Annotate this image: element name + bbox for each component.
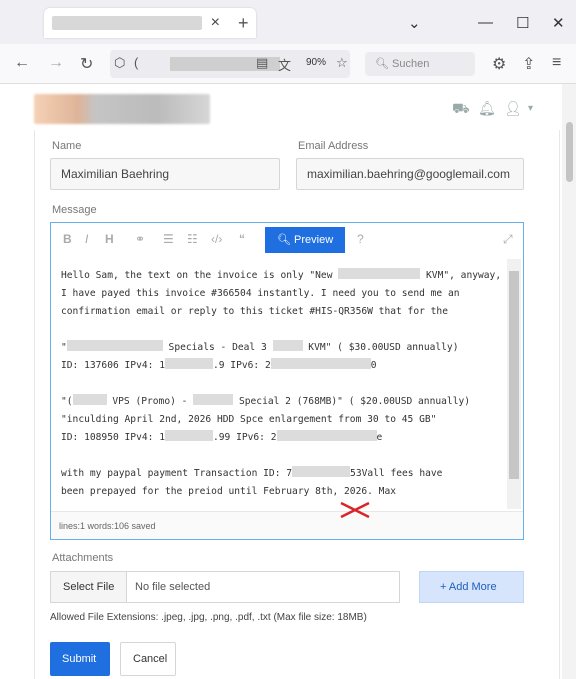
code-icon[interactable]: ‹/› <box>211 232 222 246</box>
search-placeholder: Suchen <box>392 58 430 70</box>
editor-status-bar: lines:1 words:106 saved <box>51 511 523 539</box>
fullscreen-icon[interactable]: ⤢ <box>503 232 513 247</box>
msg-line-9: "inculding April 2nd, 2026 HDD Spce enla… <box>61 414 437 425</box>
share-icon[interactable]: ⇪ <box>522 54 535 74</box>
attachments-label: Attachments <box>52 552 114 564</box>
tab-list-dropdown-icon[interactable]: ⌄ <box>408 14 421 32</box>
no-file-selected-text: No file selected <box>135 581 211 593</box>
lock-icon: ( <box>134 55 139 70</box>
allowed-extensions-note: Allowed File Extensions: .jpeg, .jpg, .p… <box>50 612 367 623</box>
site-logo-redacted[interactable] <box>34 94 210 124</box>
red-cross-annotation <box>340 501 370 519</box>
cart-icon[interactable]: ⛟ <box>452 100 470 119</box>
quote-icon[interactable]: “ <box>239 232 245 246</box>
browser-tab[interactable]: × <box>44 8 256 38</box>
reload-icon[interactable]: ↻ <box>80 54 93 74</box>
submit-button[interactable]: Submit <box>50 642 110 676</box>
redaction <box>272 340 303 351</box>
window-close-icon[interactable]: ✕ <box>552 14 565 32</box>
msg-line-13: been prepayed for the preiod until Febru… <box>61 486 397 497</box>
link-icon[interactable]: ⚭ <box>135 232 145 246</box>
redaction <box>66 340 163 351</box>
back-arrow-icon[interactable]: ← <box>14 54 30 72</box>
msg-line-5c: KVM" ( $30.00USD annually) <box>302 342 459 353</box>
search-input[interactable]: 🔍︎ Suchen <box>365 52 475 76</box>
user-dropdown-icon[interactable]: ▾ <box>528 103 533 114</box>
redaction <box>164 358 213 369</box>
ordered-list-icon[interactable]: ☷ <box>187 232 198 246</box>
name-field[interactable]: Maximilian Baehring <box>50 158 280 190</box>
add-more-button[interactable]: + Add More <box>419 571 524 603</box>
msg-line-1a: Hello Sam, the text on the invoice is on… <box>61 270 339 281</box>
user-icon[interactable]: 👤︎ <box>504 100 522 117</box>
site-header: ⛟ 🔔︎ 👤︎ ▾ <box>0 84 562 136</box>
forward-arrow-icon[interactable]: → <box>48 54 64 72</box>
bookmark-star-icon[interactable]: ☆ <box>336 55 348 71</box>
redaction <box>270 358 371 369</box>
msg-line-6c: 0 <box>370 360 377 371</box>
extensions-icon[interactable]: ⚙ <box>492 54 506 74</box>
page-scrollbar-thumb[interactable] <box>566 122 573 182</box>
msg-line-10c: e <box>376 432 383 443</box>
browser-tab-bar: × + ⌄ — ☐ ✕ <box>0 0 576 44</box>
redaction <box>193 394 234 405</box>
email-label: Email Address <box>298 140 369 152</box>
editor-scrollbar[interactable] <box>507 259 521 509</box>
redaction <box>164 430 213 441</box>
msg-line-6b: .9 IPv6: 2 <box>212 360 271 371</box>
msg-line-6a: ID: 137606 IPv4: 1 <box>61 360 165 371</box>
close-tab-icon[interactable]: × <box>211 14 220 32</box>
message-label: Message <box>52 204 97 216</box>
message-textarea[interactable]: Hello Sam, the text on the invoice is on… <box>61 267 507 509</box>
email-field[interactable]: maximilian.baehring@googlemail.com <box>296 158 524 190</box>
zoom-level[interactable]: 90% <box>306 57 326 68</box>
italic-icon[interactable]: I <box>85 232 88 246</box>
msg-line-8b: VPS (Promo) - <box>106 396 194 407</box>
bold-icon[interactable]: B <box>63 232 72 246</box>
unordered-list-icon[interactable]: ☰ <box>163 232 174 246</box>
shield-icon: ⬡ <box>114 55 126 70</box>
msg-line-8c: Special 2 (768MB)" ( $20.00USD annually) <box>233 396 471 407</box>
msg-line-2: I have payed this invoice #366504 instan… <box>61 288 460 299</box>
redaction <box>338 268 421 279</box>
maximize-icon[interactable]: ☐ <box>516 14 529 32</box>
msg-line-10b: .99 IPv6: 2 <box>212 432 277 443</box>
msg-line-10a: ID: 108950 IPv4: 1 <box>61 432 165 443</box>
redaction <box>292 466 351 477</box>
search-icon: 🔍︎ <box>375 58 389 70</box>
preview-button[interactable]: 🔍︎ Preview <box>265 227 345 253</box>
file-input[interactable]: Select File No file selected <box>50 571 400 603</box>
page-scrollbar[interactable] <box>562 84 576 679</box>
select-file-button[interactable]: Select File <box>51 572 127 602</box>
reader-view-icon[interactable]: ▤ <box>256 55 268 71</box>
new-tab-icon[interactable]: + <box>238 13 249 34</box>
editor-toolbar: B I H ⚭ ☰ ☷ ‹/› “ 🔍︎ Preview ? ⤢ <box>51 223 523 257</box>
msg-line-5b: Specials - Deal 3 <box>162 342 273 353</box>
preview-label: Preview <box>294 234 334 246</box>
message-editor[interactable]: B I H ⚭ ☰ ☷ ‹/› “ 🔍︎ Preview ? ⤢ Hello S… <box>50 222 524 540</box>
tab-title-redacted <box>52 16 202 30</box>
help-icon[interactable]: ? <box>357 232 364 246</box>
browser-nav-bar: ← → ↻ ⬡ ( ▤ 文 ☆ 90% 🔍︎ Suchen ⚙ ⇪ ≡ <box>0 44 576 84</box>
minimize-icon[interactable]: — <box>478 14 493 31</box>
cancel-button[interactable]: Cancel <box>120 642 176 676</box>
heading-icon[interactable]: H <box>105 232 114 246</box>
translate-icon[interactable]: 文 <box>278 55 291 74</box>
redaction <box>72 394 107 405</box>
editor-scrollbar-thumb[interactable] <box>509 271 519 479</box>
preview-search-icon: 🔍︎ <box>277 234 295 246</box>
redaction <box>276 430 377 441</box>
msg-line-1b: KVM", anyway, <box>420 270 502 281</box>
msg-line-12a: with my paypal payment Transaction ID: 7 <box>61 468 293 479</box>
menu-icon[interactable]: ≡ <box>552 54 561 72</box>
msg-line-12b: 53Vall fees have <box>350 468 443 479</box>
msg-line-3: confirmation email or reply to this tick… <box>61 306 448 317</box>
notification-bell-icon[interactable]: 🔔︎ <box>478 100 496 117</box>
name-label: Name <box>52 140 82 152</box>
msg-line-8a: "( <box>61 396 73 407</box>
